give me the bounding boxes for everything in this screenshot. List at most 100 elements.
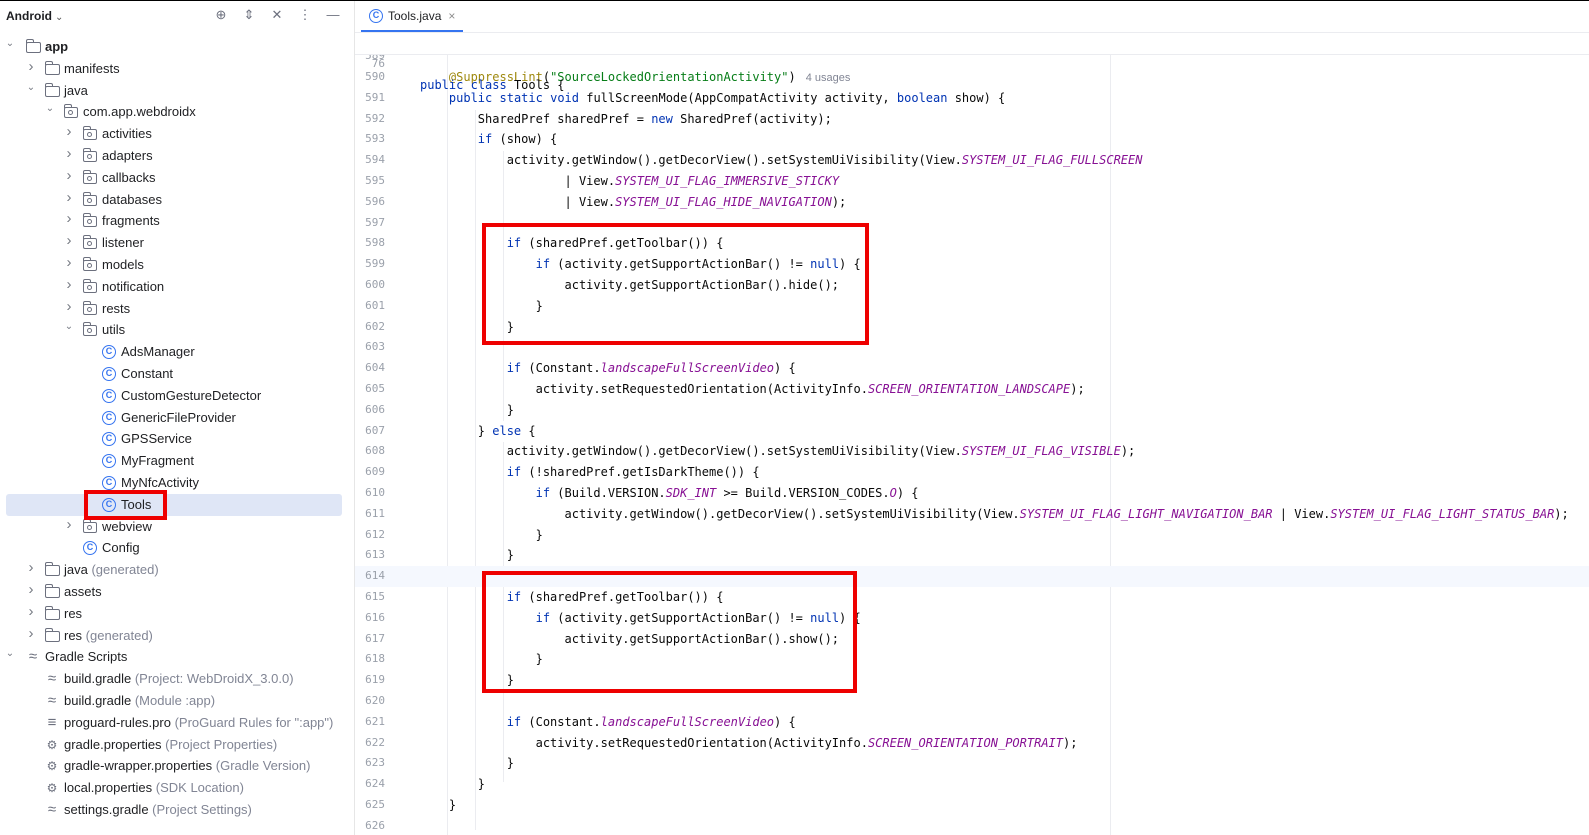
tree-item[interactable]: C MyFragment <box>0 450 354 472</box>
chevron-right-icon[interactable]: › <box>26 59 36 74</box>
code-line-row[interactable]: 624 } <box>355 774 1589 795</box>
chevron-right-icon[interactable]: › <box>64 146 74 161</box>
tree-item[interactable]: C CustomGestureDetector <box>0 385 354 407</box>
sticky-class-header[interactable]: 76 public class Tools { <box>355 33 1589 92</box>
chevron-right-icon[interactable]: › <box>26 626 36 641</box>
chevron-down-icon[interactable]: ⌄ <box>26 82 36 93</box>
tree-item[interactable]: › manifests <box>0 58 354 80</box>
tree-item[interactable]: ⌄ ≈ Gradle Scripts <box>0 646 354 668</box>
code-line-row[interactable]: 595 | View.SYSTEM_UI_FLAG_IMMERSIVE_STIC… <box>355 171 1589 192</box>
tree-item[interactable]: › databases <box>0 189 354 211</box>
chevron-down-icon[interactable]: ⌄ <box>5 39 15 49</box>
tree-item[interactable]: › fragments <box>0 210 354 232</box>
code-line-row[interactable]: 610 if (Build.VERSION.SDK_INT >= Build.V… <box>355 483 1589 504</box>
code-line-row[interactable]: 622 activity.setRequestedOrientation(Act… <box>355 733 1589 754</box>
line-number: 597 <box>365 215 385 229</box>
tree-item[interactable]: C Tools <box>0 493 354 516</box>
tree-item[interactable]: › res (generated) <box>0 625 354 647</box>
tree-item[interactable]: › listener <box>0 232 354 254</box>
chevron-right-icon[interactable]: › <box>26 582 36 597</box>
chevron-right-icon[interactable]: › <box>64 168 74 183</box>
line-number: 595 <box>365 174 385 187</box>
tree-item[interactable]: ⚙ gradle-wrapper.properties (Gradle Versi… <box>0 755 354 777</box>
close-icon[interactable]: × <box>448 9 455 23</box>
chevron-right-icon[interactable]: › <box>64 277 74 292</box>
hide-panel-icon[interactable]: — <box>326 7 340 23</box>
tree-item[interactable]: ⌄ com.app.webdroidx <box>0 101 354 123</box>
code-line-row[interactable]: 625 } <box>355 795 1589 816</box>
tree-item[interactable]: ≈ build.gradle (Module :app) <box>0 690 354 712</box>
code-line-row[interactable]: 596 | View.SYSTEM_UI_FLAG_HIDE_NAVIGATIO… <box>355 192 1589 213</box>
tree-item[interactable]: C MyNfcActivity <box>0 472 354 494</box>
locate-icon[interactable]: ⊕ <box>214 7 228 23</box>
chevron-down-icon[interactable]: ⌄ <box>64 322 74 332</box>
tree-item-label: manifests <box>64 58 120 80</box>
code-line-row[interactable]: 611 activity.getWindow().getDecorView().… <box>355 504 1589 525</box>
chevron-right-icon[interactable]: › <box>64 255 74 270</box>
code-line-row[interactable]: 609 if (!sharedPref.getIsDarkTheme()) { <box>355 462 1589 483</box>
tree-item[interactable]: C GPSService <box>0 428 354 450</box>
package-icon <box>82 191 97 206</box>
chevron-right-icon[interactable]: › <box>64 124 74 139</box>
chevron-right-icon[interactable]: › <box>64 299 74 314</box>
chevron-right-icon[interactable]: › <box>26 604 36 619</box>
tree-item[interactable]: ⌄ utils <box>0 319 354 341</box>
code-line-row[interactable]: 623 } <box>355 753 1589 774</box>
code-line-row[interactable]: 605 activity.setRequestedOrientation(Act… <box>355 379 1589 400</box>
tree-item[interactable]: ⌄ app <box>0 36 354 58</box>
package-icon <box>82 235 97 250</box>
chevron-right-icon[interactable]: › <box>26 560 36 575</box>
tree-item[interactable]: C Constant <box>0 363 354 385</box>
code-line-row[interactable]: 613 } <box>355 545 1589 566</box>
tree-item[interactable]: › assets <box>0 581 354 603</box>
tree-item[interactable]: ⚙ gradle.properties (Project Properties) <box>0 734 354 756</box>
tree-item[interactable]: ≡ proguard-rules.pro (ProGuard Rules for … <box>0 712 354 734</box>
expand-all-icon[interactable]: ⇕ <box>242 7 256 23</box>
line-number: 76 <box>371 56 385 70</box>
usages-hint[interactable]: 4 usages <box>806 72 851 84</box>
chevron-right-icon[interactable]: › <box>64 190 74 205</box>
collapse-all-icon[interactable]: ✕ <box>270 7 284 23</box>
tree-item[interactable]: › models <box>0 254 354 276</box>
project-view-selector[interactable]: Android ⌄ <box>6 9 63 23</box>
chevron-right-icon[interactable]: › <box>64 211 74 226</box>
code-line-row[interactable]: 626 <box>355 816 1589 835</box>
chevron-right-icon[interactable]: › <box>64 233 74 248</box>
tab-tools-java[interactable]: C Tools.java × <box>361 1 464 32</box>
tree-item[interactable]: ⚙ local.properties (SDK Location) <box>0 777 354 799</box>
tree-item[interactable]: › rests <box>0 298 354 320</box>
chevron-right-icon[interactable]: › <box>64 517 74 532</box>
tree-item[interactable]: C Config <box>0 537 354 559</box>
chevron-down-icon[interactable]: ⌄ <box>5 649 15 659</box>
more-options-icon[interactable]: ⋮ <box>298 7 312 23</box>
code-line-row[interactable]: 620 <box>355 691 1589 712</box>
tree-item[interactable]: › adapters <box>0 145 354 167</box>
tree-item[interactable]: C AdsManager <box>0 341 354 363</box>
tree-item[interactable]: › activities <box>0 123 354 145</box>
tree-item-name: GPSService <box>121 431 192 447</box>
tree-item-label: rests <box>102 298 130 320</box>
code-editor[interactable]: 589 590 @SuppressLint("SourceLockedOrient… <box>355 47 1589 835</box>
tree-item[interactable]: › callbacks <box>0 167 354 189</box>
code-line-row[interactable]: 608 activity.getWindow().getDecorView().… <box>355 441 1589 462</box>
line-number: 613 <box>365 548 385 562</box>
tree-item[interactable]: C GenericFileProvider <box>0 407 354 429</box>
tree-item-label: Config <box>102 537 140 559</box>
tree-item[interactable]: › res <box>0 603 354 625</box>
code-line-row[interactable]: 593 if (show) { <box>355 129 1589 150</box>
chevron-down-icon[interactable]: ⌄ <box>45 104 55 114</box>
tree-item[interactable]: ⌄ java <box>0 80 354 102</box>
code-line-row[interactable]: 621 if (Constant.landscapeFullScreenVide… <box>355 712 1589 733</box>
tree-item[interactable]: › java (generated) <box>0 559 354 581</box>
tree-item[interactable]: ≈ build.gradle (Project: WebDroidX_3.0.0) <box>0 668 354 690</box>
code-line-row[interactable]: 592 SharedPref sharedPref = new SharedPr… <box>355 109 1589 130</box>
tree-item[interactable]: › notification <box>0 276 354 298</box>
code-line-row[interactable]: 604 if (Constant.landscapeFullScreenVide… <box>355 358 1589 379</box>
code-line-row[interactable]: 606 } <box>355 400 1589 421</box>
code-line-row[interactable]: 594 activity.getWindow().getDecorView().… <box>355 150 1589 171</box>
code-line-row[interactable]: 607 } else { <box>355 421 1589 442</box>
tree-item[interactable]: › webview <box>0 516 354 538</box>
code-line-row[interactable]: 612 } <box>355 525 1589 546</box>
toolbar-show-highlight-box <box>482 571 857 693</box>
tree-item[interactable]: ≈ settings.gradle (Project Settings) <box>0 799 354 821</box>
